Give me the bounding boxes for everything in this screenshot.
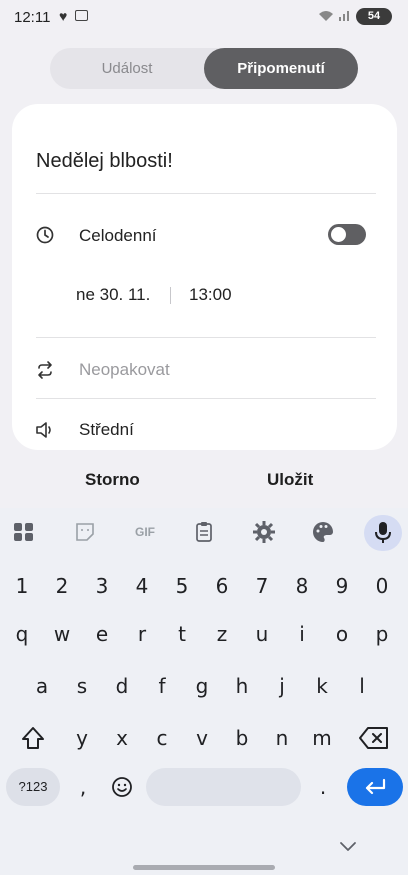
gif-button[interactable]: GIF (130, 520, 160, 544)
key-1[interactable]: 1 (2, 565, 42, 607)
key-i[interactable]: i (282, 613, 322, 655)
key-v[interactable]: v (182, 717, 222, 759)
divider (36, 398, 376, 399)
clock-icon (36, 226, 54, 244)
palette-icon[interactable] (311, 520, 335, 544)
backspace-icon[interactable] (358, 726, 390, 750)
key-k[interactable]: k (302, 665, 342, 707)
screen-record-icon (75, 10, 88, 21)
key-d[interactable]: d (102, 665, 142, 707)
enter-key[interactable] (347, 768, 403, 806)
status-time: 12:11 (14, 9, 51, 26)
reminder-card: Nedělej blbosti! Celodenní ne 30. 11. 13… (12, 104, 397, 450)
event-type-tabs: Událost Připomenutí (50, 48, 358, 89)
key-s[interactable]: s (62, 665, 102, 707)
key-t[interactable]: t (162, 613, 202, 655)
key-z[interactable]: z (202, 613, 242, 655)
enter-icon (365, 778, 386, 795)
battery-indicator: 54 (356, 8, 392, 25)
key-7[interactable]: 7 (242, 565, 282, 607)
reminder-time[interactable]: 13:00 (189, 285, 232, 305)
key-9[interactable]: 9 (322, 565, 362, 607)
tab-event[interactable]: Událost (50, 48, 204, 89)
divider (36, 337, 376, 338)
volume-option[interactable]: Střední (79, 420, 134, 440)
key-3[interactable]: 3 (82, 565, 122, 607)
collapse-keyboard-icon[interactable] (338, 840, 358, 854)
repeat-option[interactable]: Neopakovat (79, 360, 170, 380)
date-time-separator (170, 287, 171, 304)
key-e[interactable]: e (82, 613, 122, 655)
key-m[interactable]: m (302, 717, 342, 759)
key-b[interactable]: b (222, 717, 262, 759)
key-l[interactable]: l (342, 665, 382, 707)
wifi-icon (318, 10, 334, 25)
key-o[interactable]: o (322, 613, 362, 655)
key-g[interactable]: g (182, 665, 222, 707)
key-j[interactable]: j (262, 665, 302, 707)
key-comma[interactable]: , (66, 766, 100, 808)
repeat-icon (38, 361, 52, 379)
keyboard: GIF 1 2 3 4 5 6 7 8 9 0 q w e r t z u i … (0, 508, 408, 875)
space-key[interactable] (146, 768, 301, 806)
reminder-date[interactable]: ne 30. 11. (76, 285, 150, 305)
symbols-key[interactable]: ?123 (6, 768, 60, 806)
sticker-icon[interactable] (73, 520, 97, 544)
key-x[interactable]: x (102, 717, 142, 759)
key-p[interactable]: p (362, 613, 402, 655)
apps-grid-icon[interactable] (12, 520, 36, 544)
divider (36, 193, 376, 194)
all-day-toggle[interactable] (328, 224, 366, 245)
all-day-label: Celodenní (79, 226, 157, 245)
reminder-title-input[interactable]: Nedělej blbosti! (36, 150, 173, 173)
heart-icon: ♥ (59, 8, 68, 24)
status-bar: 12:11 ♥ 54 (0, 0, 408, 36)
cancel-button[interactable]: Storno (85, 470, 140, 490)
key-5[interactable]: 5 (162, 565, 202, 607)
key-0[interactable]: 0 (362, 565, 402, 607)
clipboard-icon[interactable] (192, 520, 216, 544)
tab-reminder[interactable]: Připomenutí (204, 48, 358, 89)
key-y[interactable]: y (62, 717, 102, 759)
keyboard-toolbar: GIF (0, 508, 408, 556)
key-q[interactable]: q (2, 613, 42, 655)
key-6[interactable]: 6 (202, 565, 242, 607)
shift-icon[interactable] (20, 725, 46, 751)
key-c[interactable]: c (142, 717, 182, 759)
key-8[interactable]: 8 (282, 565, 322, 607)
signal-icon (338, 8, 352, 25)
toggle-knob (331, 227, 346, 242)
home-indicator[interactable] (133, 865, 275, 870)
mic-button[interactable] (364, 515, 402, 551)
key-2[interactable]: 2 (42, 565, 82, 607)
key-n[interactable]: n (262, 717, 302, 759)
key-h[interactable]: h (222, 665, 262, 707)
save-button[interactable]: Uložit (267, 470, 313, 490)
key-f[interactable]: f (142, 665, 182, 707)
key-u[interactable]: u (242, 613, 282, 655)
key-a[interactable]: a (22, 665, 62, 707)
mic-icon (375, 522, 391, 543)
speaker-icon (36, 422, 51, 438)
key-period[interactable]: . (306, 766, 340, 808)
key-4[interactable]: 4 (122, 565, 162, 607)
gear-icon[interactable] (252, 520, 276, 544)
key-w[interactable]: w (42, 613, 82, 655)
key-r[interactable]: r (122, 613, 162, 655)
emoji-icon[interactable] (111, 776, 133, 798)
